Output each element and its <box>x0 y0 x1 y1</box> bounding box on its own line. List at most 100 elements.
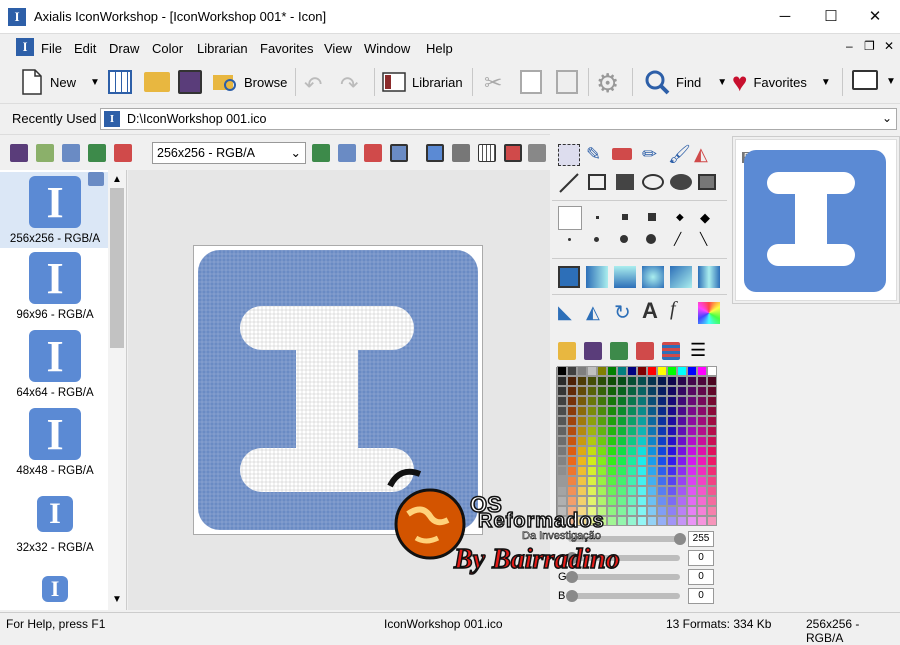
duplicate-format-icon[interactable] <box>338 144 356 162</box>
palette-list-icon[interactable] <box>662 342 680 360</box>
color-swatch[interactable] <box>697 446 707 456</box>
list-item[interactable]: I 32x32 - RGB/A <box>0 496 110 562</box>
color-swatch[interactable] <box>687 486 697 496</box>
settings-gear-icon[interactable]: ⚙ <box>596 68 619 99</box>
color-swatch[interactable] <box>607 386 617 396</box>
color-swatch[interactable] <box>577 406 587 416</box>
color-swatch[interactable] <box>577 386 587 396</box>
color-swatch[interactable] <box>647 416 657 426</box>
color-swatch[interactable] <box>587 416 597 426</box>
grid-toggle-icon[interactable] <box>478 144 496 162</box>
color-swatch[interactable] <box>557 406 567 416</box>
menu-lines-icon[interactable]: ☰ <box>690 340 706 361</box>
list-item[interactable]: I 64x64 - RGB/A <box>0 330 110 406</box>
filled-rectangle-icon[interactable] <box>616 174 634 190</box>
pen-diamond-large[interactable]: ◆ <box>700 210 710 226</box>
fill-radial-icon[interactable] <box>642 266 664 288</box>
mirror-icon[interactable]: ◭ <box>586 302 608 324</box>
color-swatch[interactable] <box>557 436 567 446</box>
export-icon[interactable] <box>114 144 132 162</box>
color-swatch[interactable] <box>607 406 617 416</box>
color-swatch[interactable] <box>557 366 567 376</box>
filled-ellipse-icon[interactable] <box>670 174 692 190</box>
color-swatch[interactable] <box>677 366 687 376</box>
color-swatch[interactable] <box>647 426 657 436</box>
color-swatch[interactable] <box>637 416 647 426</box>
color-swatch[interactable] <box>627 366 637 376</box>
color-swatch[interactable] <box>627 446 637 456</box>
color-swatch[interactable] <box>607 436 617 446</box>
color-swatch[interactable] <box>657 406 667 416</box>
color-swatch[interactable] <box>677 416 687 426</box>
color-swatch[interactable] <box>617 376 627 386</box>
color-swatch[interactable] <box>697 466 707 476</box>
color-swatch[interactable] <box>707 396 717 406</box>
pen-round-1[interactable] <box>568 238 571 241</box>
layers-icon[interactable] <box>452 144 470 162</box>
color-swatch[interactable] <box>667 396 677 406</box>
format-select[interactable]: 256x256 - RGB/A ⌄ <box>152 142 306 164</box>
color-swatch[interactable] <box>617 436 627 446</box>
color-swatch[interactable] <box>697 456 707 466</box>
fill-diagonal-icon[interactable] <box>670 266 692 288</box>
pen-slash-1[interactable]: ╱ <box>674 232 681 246</box>
color-swatch[interactable] <box>657 366 667 376</box>
librarian-button[interactable]: Librarian <box>382 66 463 98</box>
color-swatch[interactable] <box>707 376 717 386</box>
maximize-button[interactable]: ☐ <box>808 0 854 34</box>
color-swatch[interactable] <box>617 406 627 416</box>
rounded-rect-icon[interactable] <box>698 174 716 190</box>
color-swatch[interactable] <box>667 426 677 436</box>
color-swatch[interactable] <box>557 396 567 406</box>
rectangle-icon[interactable] <box>588 174 606 190</box>
color-swatch[interactable] <box>697 416 707 426</box>
chevron-down-icon[interactable]: ▼ <box>90 77 100 88</box>
minimize-button[interactable]: ─ <box>762 0 808 34</box>
color-swatch[interactable] <box>667 416 677 426</box>
save-palette-icon[interactable] <box>584 342 602 360</box>
color-swatch[interactable] <box>597 396 607 406</box>
color-effects-icon[interactable] <box>698 302 720 324</box>
color-swatch[interactable] <box>647 446 657 456</box>
background-icon[interactable] <box>528 144 546 162</box>
color-swatch[interactable] <box>657 446 667 456</box>
menu-window[interactable]: Window <box>364 41 410 56</box>
color-swatch[interactable] <box>697 366 707 376</box>
color-swatch[interactable] <box>647 386 657 396</box>
pencil-icon[interactable]: ✏ <box>642 144 664 166</box>
color-swatch[interactable] <box>577 446 587 456</box>
color-swatch[interactable] <box>587 366 597 376</box>
color-swatch[interactable] <box>677 486 687 496</box>
menu-help[interactable]: Help <box>426 41 453 56</box>
color-swatch[interactable] <box>707 476 717 486</box>
color-swatch[interactable] <box>577 376 587 386</box>
list-item[interactable]: I <box>0 576 110 610</box>
scroll-thumb[interactable] <box>110 188 124 348</box>
monitor-icon[interactable] <box>852 70 878 90</box>
color-swatch[interactable] <box>607 376 617 386</box>
fill-linear-icon[interactable] <box>586 266 608 288</box>
color-swatch[interactable] <box>647 376 657 386</box>
color-swatch[interactable] <box>697 486 707 496</box>
menu-file[interactable]: File <box>41 41 62 56</box>
color-swatch[interactable] <box>557 416 567 426</box>
scroll-up-icon[interactable]: ▲ <box>112 174 122 185</box>
menu-edit[interactable]: Edit <box>74 41 96 56</box>
mdi-restore-icon[interactable]: ❐ <box>864 39 875 53</box>
color-swatch[interactable] <box>627 436 637 446</box>
color-swatch[interactable] <box>587 396 597 406</box>
color-swatch[interactable] <box>657 376 667 386</box>
color-swatch[interactable] <box>637 366 647 376</box>
new-format-icon[interactable] <box>36 144 54 162</box>
color-swatch[interactable] <box>707 366 717 376</box>
color-swatch[interactable] <box>587 406 597 416</box>
color-swatch[interactable] <box>697 516 707 526</box>
color-swatch[interactable] <box>597 406 607 416</box>
color-swatch[interactable] <box>707 456 717 466</box>
fill-vertical-icon[interactable] <box>614 266 636 288</box>
color-swatch[interactable] <box>667 386 677 396</box>
mdi-close-icon[interactable]: ✕ <box>884 39 894 53</box>
color-swatch[interactable] <box>667 406 677 416</box>
color-swatch[interactable] <box>637 426 647 436</box>
color-swatch[interactable] <box>697 506 707 516</box>
